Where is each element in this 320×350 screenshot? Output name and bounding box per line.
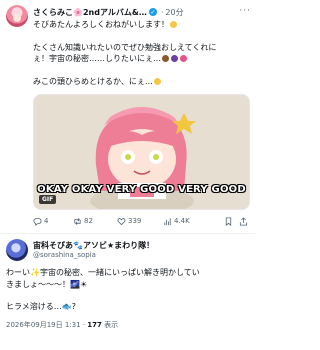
retweet-count: 82 [84,217,93,225]
heart-icon [117,217,126,225]
reply-author-handle[interactable]: @sorashina_sopia [33,251,96,259]
author-avatar[interactable] [6,5,28,27]
like-button[interactable]: 339 [117,217,163,226]
post-header: さくらみこ🌸2ndアルバム&… ✓ · 20分 ··· [33,6,251,18]
author-name[interactable]: さくらみこ🌸2ndアルバム&… [33,7,147,18]
reply-author-avatar[interactable] [6,239,28,261]
views-button[interactable]: 4.4K [163,217,213,226]
separator-dot: · [160,7,164,17]
gif-caption: OKAY OKAY VERY GOOD VERY GOOD [37,184,246,195]
views-chart-icon [164,217,171,225]
sparkle-emoji-icon [180,55,187,62]
verified-badge-icon: ✓ [148,8,157,16]
reply-text-line: ヒラメ溶ける…🐟? [6,302,76,311]
reply-views-label: 表示 [104,321,119,329]
more-options-icon[interactable]: ··· [239,6,251,16]
post-media-gif[interactable]: OKAY OKAY VERY GOOD VERY GOOD GIF [33,94,250,210]
sweat-smile-emoji-icon [153,78,161,85]
post-text-line: そびあたんよろしくおねがいします！ [33,19,178,30]
reply-text-line: きましょ〜〜〜！🌌☀ [6,280,88,289]
post-time[interactable]: 20分 [165,7,183,18]
reply-timestamp[interactable]: 2026年09月19日 1:31 [6,321,81,329]
gif-badge: GIF [39,195,57,204]
reply-count: 4 [44,217,49,225]
post-actions-end [224,216,248,226]
retweet-icon [74,217,81,225]
reply-icon [33,217,42,226]
galaxy-emoji-icon [171,55,178,62]
reply-button[interactable]: 4 [33,217,73,226]
like-count: 339 [128,217,142,225]
reply-meta: 2026年09月19日 1:31 · 177 表示 [6,320,118,330]
reply-views-count: 177 [87,321,102,329]
post-text-line: みこの頭ひらめとけるか、にぇ… [33,76,162,87]
reply-author-name[interactable]: 宙科そびあ🐾アソビ★まわり隊！ [33,240,154,251]
post-actions: 4 82 339 4.4K [33,215,248,227]
post-text-line: ぇ！宇宙の秘密……しりたいにぇ… [33,53,188,64]
bookmark-icon[interactable] [224,216,233,226]
post-divider [0,233,255,234]
smile-emoji-icon [170,21,177,28]
retweet-button[interactable]: 82 [73,217,117,226]
reply-text-line: わーい✨宇宙の秘密、一緒にいっぱい解き明かしてい [6,268,200,277]
share-icon[interactable] [239,216,248,226]
views-count: 4.4K [174,217,190,225]
emoji-icon [162,55,169,62]
post-text-line: たくさん知識いれたいのでぜひ勉強おしえてくれに [33,43,217,52]
